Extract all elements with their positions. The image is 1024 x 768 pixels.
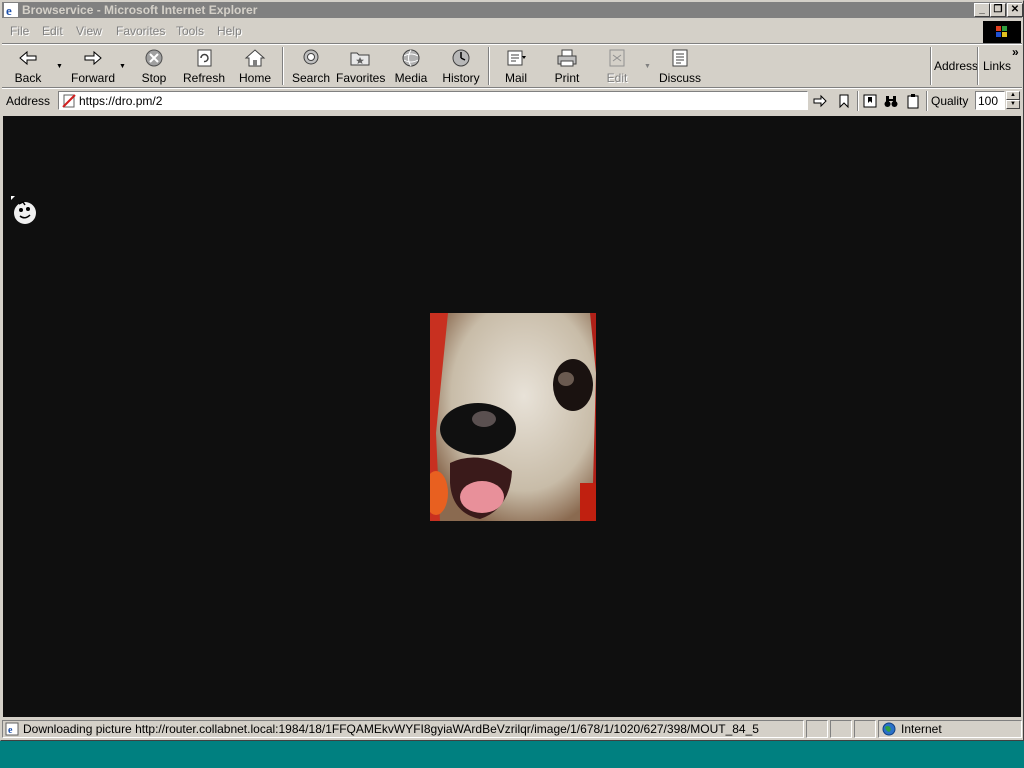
edit-dropdown-arrow[interactable]: ▼ [644,63,651,70]
forward-dropdown-arrow[interactable]: ▼ [119,63,126,70]
toolbar-separator [282,47,284,85]
refresh-button[interactable]: Refresh [182,45,226,85]
mail-button[interactable]: Mail [498,45,534,85]
windows-flag-icon [996,26,1007,37]
page-content[interactable] [3,116,1021,717]
media-button[interactable]: Media [391,45,431,85]
history-button[interactable]: History [441,45,481,85]
status-pane-empty [854,720,876,738]
toolbar-chevron[interactable]: » [1012,45,1019,59]
mail-icon [507,50,526,66]
edit-page-icon [609,49,625,67]
minimize-button[interactable]: _ [974,3,990,17]
mail-label: Mail [504,71,527,85]
mascot-logo-icon [11,196,36,224]
address-band-label[interactable]: Address [934,59,978,73]
printer-icon [557,49,577,67]
print-button[interactable]: Print [550,45,584,85]
favorites-label: Favorites [336,71,386,85]
quality-field[interactable] [975,91,1005,110]
back-label: Back [14,71,42,85]
status-bar: e Downloading picture http://router.coll… [2,719,1022,740]
address-field[interactable] [58,91,808,110]
toolbar-separator [977,47,979,85]
favorites-button[interactable]: Favorites [336,45,386,85]
quality-up-button[interactable]: ▲ [1006,91,1020,100]
menu-help[interactable]: Help [217,24,242,38]
quality-spinner[interactable]: ▲ ▼ [1006,91,1020,110]
stop-label: Stop [141,71,167,85]
menu-view[interactable]: View [76,24,102,38]
cow-photo [430,313,596,521]
home-icon [244,49,266,67]
svg-text:e: e [8,725,13,736]
discuss-label: Discuss [658,71,701,85]
search-button[interactable]: Search [290,45,332,85]
history-clock-icon [452,49,470,67]
browser-window: e Browservice - Microsoft Internet Explo… [0,0,1024,741]
menu-edit[interactable]: Edit [42,24,63,38]
edit-button[interactable]: Edit [600,45,634,85]
stop-button[interactable]: Stop [136,45,172,85]
standard-toolbar: Back ▼ Forward ▼ Stop Refresh Home Searc… [2,45,1022,87]
url-input[interactable] [79,93,799,108]
print-label: Print [554,71,580,85]
refresh-label: Refresh [182,71,226,85]
bookmark-icon[interactable] [836,93,852,109]
menu-file[interactable]: File [10,24,29,38]
menu-favorites[interactable]: Favorites [116,24,165,38]
menu-bar: File Edit View Favorites Tools Help [2,21,1022,43]
discuss-button[interactable]: Discuss [658,45,702,85]
menu-tools[interactable]: Tools [176,24,204,38]
back-dropdown-arrow[interactable]: ▼ [56,63,63,70]
find-binoculars-icon[interactable] [883,93,899,109]
forward-label: Forward [70,71,115,85]
search-icon [303,49,319,65]
status-message-pane: e Downloading picture http://router.coll… [2,720,804,738]
toolbar-separator [930,47,932,85]
toolbar-separator [488,47,490,85]
ie-page-icon: e [5,722,19,736]
back-button[interactable]: Back [8,45,48,85]
restore-button[interactable]: ❐ [990,3,1006,17]
discuss-icon [672,49,688,67]
quality-input[interactable] [976,92,1004,108]
status-pane-empty [806,720,828,738]
windows-logo-throbber [983,21,1021,43]
address-separator [926,91,928,111]
page-icon [62,94,76,108]
links-band-label[interactable]: Links [983,59,1011,73]
internet-globe-icon [882,722,896,736]
forward-arrow-icon [84,50,102,66]
forward-button[interactable]: Forward [68,45,118,85]
address-separator [857,91,859,111]
security-zone-pane[interactable]: Internet [878,720,1022,738]
history-label: History [442,71,480,85]
stop-icon [145,49,163,67]
search-label: Search [291,71,331,85]
window-title: Browservice - Microsoft Internet Explore… [22,3,258,17]
bookmarks-list-icon[interactable] [862,93,878,109]
ie-icon: e [4,3,18,17]
title-bar[interactable]: e Browservice - Microsoft Internet Explo… [2,2,1023,18]
home-button[interactable]: Home [236,45,274,85]
go-arrow-icon[interactable] [812,93,828,109]
security-zone-label: Internet [901,722,942,736]
media-globe-icon [402,49,420,67]
favorites-folder-icon [350,52,370,66]
edit-label: Edit [606,71,628,85]
clipboard-icon[interactable] [905,93,921,109]
status-message: Downloading picture http://router.collab… [23,722,759,736]
close-button[interactable]: ✕ [1007,3,1023,17]
address-bar: Address Qu [2,89,1022,113]
status-pane-empty [830,720,852,738]
quality-down-button[interactable]: ▼ [1006,100,1020,109]
address-label: Address [6,94,51,108]
back-arrow-icon [19,50,37,66]
quality-label: Quality [931,94,969,108]
refresh-icon [197,49,212,67]
media-label: Media [394,71,428,85]
home-label: Home [238,71,271,85]
svg-text:e: e [6,3,12,17]
